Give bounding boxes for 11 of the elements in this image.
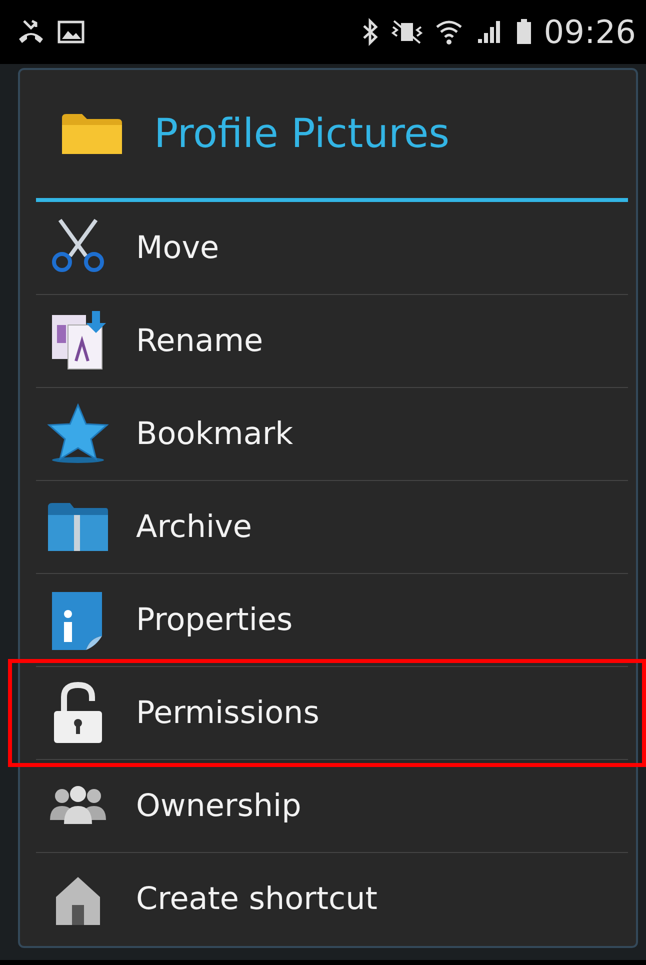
clock-time: 09:26 <box>544 13 636 51</box>
menu-item[interactable]: Move <box>36 202 628 295</box>
menu-item[interactable]: Properties <box>36 574 628 667</box>
menu-item[interactable]: Rename <box>36 295 628 388</box>
menu-item[interactable]: Bookmark <box>36 388 628 481</box>
menu-item[interactable]: Permissions <box>36 667 628 760</box>
menu-item[interactable]: Create shortcut <box>36 853 628 945</box>
menu-item[interactable]: Ownership <box>36 760 628 853</box>
star-icon <box>46 402 110 466</box>
menu-item[interactable]: Archive <box>36 481 628 574</box>
dialog-title: Profile Pictures <box>154 111 450 157</box>
